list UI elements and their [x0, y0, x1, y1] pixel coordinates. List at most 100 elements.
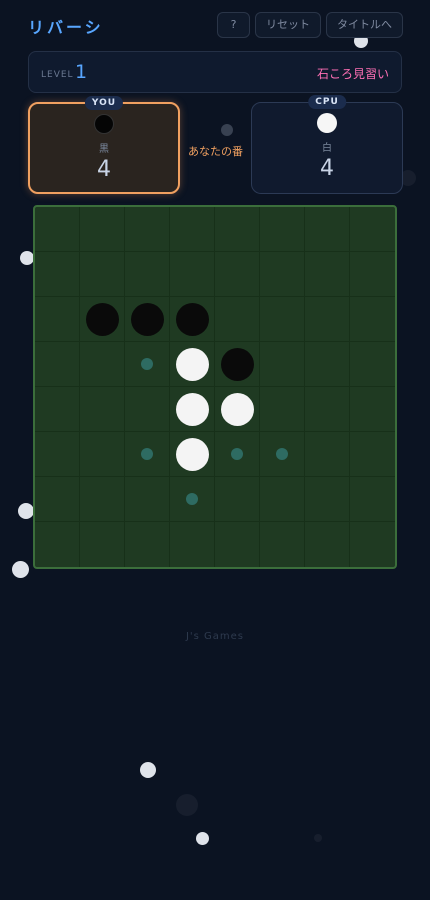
board-cell[interactable] — [80, 342, 125, 387]
valid-move-marker[interactable] — [231, 448, 243, 460]
board-cell[interactable] — [170, 207, 215, 252]
white-disc — [175, 347, 209, 381]
board-cell[interactable] — [305, 252, 350, 297]
board-cell[interactable] — [170, 432, 215, 477]
board-cell[interactable] — [215, 387, 260, 432]
game-board — [33, 205, 397, 569]
board-cell[interactable] — [35, 297, 80, 342]
board-cell[interactable] — [35, 522, 80, 567]
valid-move-marker[interactable] — [276, 448, 288, 460]
reset-button[interactable]: リセット — [255, 12, 321, 38]
board-cell[interactable] — [305, 342, 350, 387]
board-cell[interactable] — [260, 252, 305, 297]
board-cell[interactable] — [215, 207, 260, 252]
board-cell[interactable] — [35, 387, 80, 432]
player-panel: YOU 黒 4 — [28, 96, 180, 194]
board-cell[interactable] — [350, 522, 395, 567]
level-number: 1 — [75, 61, 88, 83]
board-cell[interactable] — [170, 477, 215, 522]
board-cell[interactable] — [80, 432, 125, 477]
board-cell[interactable] — [260, 522, 305, 567]
white-disc — [175, 392, 209, 426]
to-title-button[interactable]: タイトルへ — [326, 12, 403, 38]
board-cell[interactable] — [305, 432, 350, 477]
bg-bubble — [140, 762, 156, 778]
board-cell[interactable] — [125, 432, 170, 477]
board-cell[interactable] — [215, 342, 260, 387]
board-cell[interactable] — [305, 297, 350, 342]
board-cell[interactable] — [125, 252, 170, 297]
valid-move-marker[interactable] — [141, 358, 153, 370]
white-disc — [220, 392, 254, 426]
bg-bubble — [20, 251, 34, 265]
valid-move-marker[interactable] — [141, 448, 153, 460]
board-cell[interactable] — [80, 522, 125, 567]
board-cell[interactable] — [305, 522, 350, 567]
board-cell[interactable] — [350, 432, 395, 477]
valid-move-marker[interactable] — [186, 493, 198, 505]
board-cell[interactable] — [125, 387, 170, 432]
board-cell[interactable] — [170, 522, 215, 567]
board-cell[interactable] — [125, 297, 170, 342]
board-cell[interactable] — [215, 297, 260, 342]
board-cell[interactable] — [305, 207, 350, 252]
board-cell[interactable] — [80, 387, 125, 432]
board-cell[interactable] — [125, 207, 170, 252]
board-cell[interactable] — [35, 252, 80, 297]
board-cell[interactable] — [260, 387, 305, 432]
board-cell[interactable] — [80, 297, 125, 342]
board-cell[interactable] — [350, 207, 395, 252]
board-cell[interactable] — [350, 477, 395, 522]
player-stone-count: 4 — [97, 157, 111, 182]
cpu-tag: CPU — [308, 95, 346, 109]
player-tag: YOU — [84, 96, 124, 110]
player-color-label: 黒 — [99, 144, 109, 155]
cpu-color-label: 白 — [322, 143, 332, 154]
board-cell[interactable] — [215, 477, 260, 522]
cpu-stone-count: 4 — [320, 156, 334, 181]
board-cell[interactable] — [260, 207, 305, 252]
level-bar: LEVEL 1 石ころ見習い — [28, 51, 402, 93]
board-cell[interactable] — [80, 252, 125, 297]
board-cell[interactable] — [80, 477, 125, 522]
board-cell[interactable] — [170, 387, 215, 432]
board-cell[interactable] — [35, 477, 80, 522]
board-cell[interactable] — [215, 252, 260, 297]
bg-bubble — [18, 503, 34, 519]
level-label: LEVEL — [41, 70, 74, 80]
board-cell[interactable] — [35, 432, 80, 477]
board-cell[interactable] — [35, 342, 80, 387]
board-cell[interactable] — [215, 432, 260, 477]
board-cell[interactable] — [170, 342, 215, 387]
black-disc — [175, 302, 209, 336]
header: リバーシ ? リセット タイトルへ — [0, 0, 430, 50]
board-cell[interactable] — [170, 297, 215, 342]
board-cell[interactable] — [260, 297, 305, 342]
board-cell[interactable] — [260, 477, 305, 522]
bg-bubble — [196, 832, 209, 845]
white-disc — [175, 437, 209, 471]
board-cell[interactable] — [35, 207, 80, 252]
board-cell[interactable] — [350, 387, 395, 432]
board-cell[interactable] — [350, 342, 395, 387]
board-cell[interactable] — [125, 522, 170, 567]
board-cell[interactable] — [350, 252, 395, 297]
board-cell[interactable] — [80, 207, 125, 252]
board-cell[interactable] — [170, 252, 215, 297]
board-cell[interactable] — [305, 387, 350, 432]
help-button[interactable]: ? — [217, 12, 250, 38]
bg-bubble — [314, 834, 322, 842]
bg-bubble — [221, 124, 233, 136]
board-cell[interactable] — [305, 477, 350, 522]
bg-bubble — [12, 561, 29, 578]
board-cell[interactable] — [125, 342, 170, 387]
cpu-panel: CPU 白 4 — [251, 95, 403, 194]
board-cell[interactable] — [125, 477, 170, 522]
turn-indicator: あなたの番 — [188, 145, 243, 158]
board-cell[interactable] — [260, 432, 305, 477]
board-cell[interactable] — [350, 297, 395, 342]
black-disc — [130, 302, 164, 336]
app-title: リバーシ — [28, 18, 104, 37]
board-cell[interactable] — [215, 522, 260, 567]
board-cell[interactable] — [260, 342, 305, 387]
